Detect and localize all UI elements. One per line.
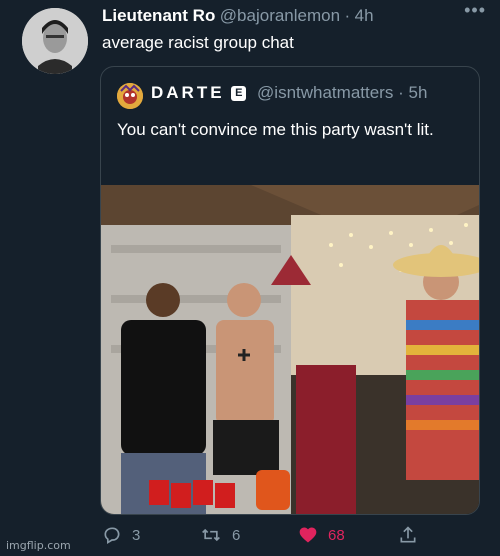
- badge-icon: E: [231, 86, 247, 101]
- quoted-display-name[interactable]: DARTE: [151, 83, 225, 102]
- heart-icon: [299, 527, 317, 543]
- watermark: imgflip.com: [6, 539, 71, 552]
- retweet-icon: [202, 528, 220, 542]
- like-count: 68: [328, 526, 345, 544]
- separator: ·: [398, 83, 404, 102]
- user-handle[interactable]: @bajoranlemon: [220, 6, 340, 25]
- tweet-actions: 3 6 68: [102, 520, 500, 550]
- more-icon[interactable]: •••: [464, 0, 486, 21]
- quoted-avatar[interactable]: [117, 83, 143, 109]
- quoted-handle[interactable]: @isntwhatmatters: [257, 83, 393, 102]
- share-button[interactable]: [398, 520, 428, 550]
- share-icon: [400, 526, 416, 543]
- display-name[interactable]: Lieutenant Ro: [102, 6, 215, 25]
- reply-count: 3: [132, 526, 141, 544]
- reply-button[interactable]: 3: [102, 520, 140, 550]
- separator: ·: [344, 6, 351, 25]
- avatar[interactable]: [22, 8, 88, 74]
- retweet-count: 6: [232, 526, 241, 544]
- quoted-tweet[interactable]: DARTE E @isntwhatmatters · 5h You can't …: [100, 66, 480, 515]
- quoted-header: DARTE E @isntwhatmatters · 5h: [151, 83, 427, 103]
- quoted-profile-picture: [117, 83, 143, 109]
- timestamp[interactable]: 4h: [355, 6, 374, 25]
- party-photo: [101, 185, 479, 514]
- reply-icon: [104, 527, 120, 544]
- tweet-header: Lieutenant Ro @bajoranlemon · 4h: [102, 6, 488, 28]
- quoted-photo[interactable]: [101, 185, 479, 514]
- quoted-text: You can't convince me this party wasn't …: [117, 120, 434, 139]
- profile-picture: [22, 8, 88, 74]
- tweet[interactable]: Lieutenant Ro @bajoranlemon · 4h ••• ave…: [0, 0, 500, 556]
- retweet-button[interactable]: 6: [200, 520, 240, 550]
- tweet-text: average racist group chat: [102, 33, 294, 52]
- like-button[interactable]: 68: [298, 520, 345, 550]
- quoted-timestamp[interactable]: 5h: [408, 83, 427, 102]
